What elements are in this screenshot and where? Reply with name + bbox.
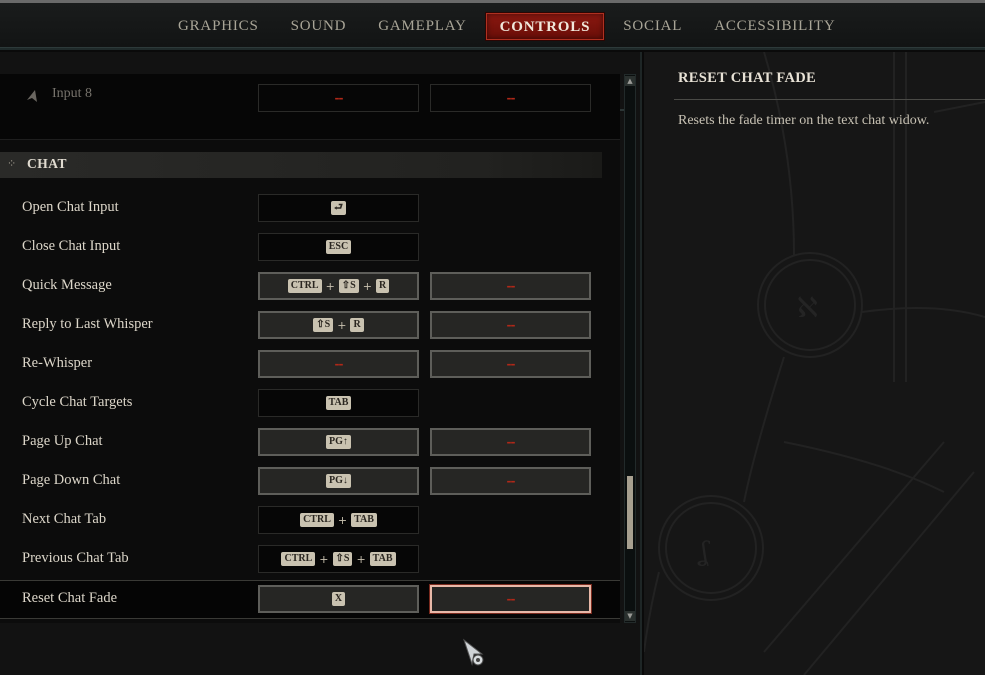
secondary-binding-slot[interactable]: -- <box>430 585 591 613</box>
scroll-up-arrow-icon[interactable]: ▲ <box>625 76 635 86</box>
binding-row[interactable]: Next Chat Tab CTRL + TAB <box>0 502 620 541</box>
secondary-binding-slot[interactable]: -- <box>430 272 591 300</box>
unbound-marker: -- <box>506 592 516 606</box>
binding-label: Page Down Chat <box>22 472 121 488</box>
tab-gameplay[interactable]: GAMEPLAY <box>365 13 479 40</box>
key-cap: CTRL <box>287 279 322 293</box>
tab-social[interactable]: SOCIAL <box>610 13 695 40</box>
divider <box>674 99 985 100</box>
plus-sign: + <box>356 552 366 566</box>
key-cap: CTRL <box>300 513 334 527</box>
section-label: CHAT <box>27 156 68 171</box>
binding-row-input-8[interactable]: Input 8 -- -- <box>0 74 620 140</box>
key-cap: R <box>375 279 390 293</box>
primary-binding-slot[interactable]: ⮐ <box>258 194 419 222</box>
binding-label: Open Chat Input <box>22 199 119 215</box>
binding-label: Reset Chat Fade <box>22 590 118 606</box>
binding-row[interactable]: Quick Message CTRL + ⇧S + R -- <box>0 268 620 307</box>
svg-text:ℵ: ℵ <box>797 291 818 324</box>
primary-binding-slot[interactable]: -- <box>258 84 419 112</box>
arrowhead-icon <box>24 88 40 104</box>
binding-label: Quick Message <box>22 277 112 293</box>
plus-sign: + <box>337 318 347 332</box>
primary-binding-slot[interactable]: TAB <box>258 389 419 417</box>
unbound-marker: -- <box>334 91 344 105</box>
binding-row[interactable]: Re-Whisper -- -- <box>0 346 620 385</box>
bindings-list: Input 8 -- -- ⁘ CHAT Open Chat Input ⮐ Clo… <box>0 74 620 623</box>
scroll-thumb[interactable] <box>627 475 633 549</box>
secondary-binding-slot[interactable]: -- <box>430 428 591 456</box>
scroll-down-arrow-icon[interactable]: ▼ <box>625 611 635 621</box>
info-title: RESET CHAT FADE <box>678 70 816 86</box>
bindings-scrollbar[interactable]: ▲ ▼ <box>624 74 636 623</box>
unbound-marker: -- <box>506 318 516 332</box>
settings-top-bar: GRAPHICS SOUND GAMEPLAY CONTROLS SOCIAL … <box>0 0 985 50</box>
binding-label: Next Chat Tab <box>22 511 107 527</box>
tab-sound[interactable]: SOUND <box>278 13 360 40</box>
primary-binding-slot[interactable]: PG↓ <box>258 467 419 495</box>
binding-row[interactable]: Previous Chat Tab CTRL + ⇧S + TAB <box>0 541 620 580</box>
secondary-binding-slot[interactable]: -- <box>430 84 591 112</box>
diamond-dots-icon: ⁘ <box>7 157 17 170</box>
binding-label: Close Chat Input <box>22 238 121 254</box>
key-cap: ⇧S <box>313 318 334 332</box>
info-panel: ℵ ʆ RESET CHAT FADE Resets the fade time… <box>644 52 985 675</box>
key-cap: TAB <box>325 396 352 410</box>
primary-binding-slot[interactable]: CTRL + TAB <box>258 506 419 534</box>
svg-text:ʆ: ʆ <box>697 537 710 567</box>
primary-binding-slot[interactable]: PG↑ <box>258 428 419 456</box>
binding-row[interactable]: Page Up Chat PG↑ -- <box>0 424 620 463</box>
decorative-sigil-background: ℵ ʆ <box>644 52 985 675</box>
plus-sign: + <box>337 513 348 527</box>
plus-sign: + <box>325 279 335 293</box>
tab-graphics[interactable]: GRAPHICS <box>165 13 272 40</box>
key-cap: R <box>350 318 364 332</box>
unbound-marker: -- <box>506 357 516 371</box>
tab-controls[interactable]: CONTROLS <box>485 13 605 40</box>
binding-row[interactable]: Cycle Chat Targets TAB <box>0 385 620 424</box>
key-cap: ESC <box>325 240 352 254</box>
binding-row[interactable]: Page Down Chat PG↓ -- <box>0 463 620 502</box>
binding-label: Re-Whisper <box>22 355 93 371</box>
key-cap: PG↓ <box>326 474 351 488</box>
unbound-marker: -- <box>506 91 516 105</box>
plus-sign: + <box>319 552 329 566</box>
secondary-binding-slot[interactable]: -- <box>430 467 591 495</box>
unbound-marker: -- <box>506 474 516 488</box>
secondary-binding-slot[interactable]: -- <box>430 350 591 378</box>
tab-accessibility[interactable]: ACCESSIBILITY <box>701 13 848 40</box>
binding-label: Page Up Chat <box>22 433 103 449</box>
primary-binding-slot[interactable]: ⇧S + R <box>258 311 419 339</box>
secondary-binding-slot[interactable]: -- <box>430 311 591 339</box>
binding-row[interactable]: Reply to Last Whisper ⇧S + R -- <box>0 307 620 346</box>
key-cap: TAB <box>369 552 396 566</box>
primary-binding-slot[interactable]: CTRL + ⇧S + R <box>258 272 419 300</box>
primary-binding-slot[interactable]: X <box>258 585 419 613</box>
key-cap: TAB <box>351 513 377 527</box>
binding-row[interactable]: Open Chat Input ⮐ <box>0 190 620 229</box>
key-cap: ⇧S <box>332 552 353 566</box>
primary-binding-slot[interactable]: ESC <box>258 233 419 261</box>
binding-row[interactable]: Close Chat Input ESC <box>0 229 620 268</box>
binding-label: Reply to Last Whisper <box>22 316 153 332</box>
unbound-marker: -- <box>506 435 516 449</box>
plus-sign: + <box>362 279 372 293</box>
binding-label: Cycle Chat Targets <box>22 394 133 410</box>
binding-row[interactable]: Reset Chat Fade X -- <box>0 580 620 619</box>
section-header-chat: ⁘ CHAT <box>0 152 602 178</box>
unbound-marker: -- <box>334 357 344 371</box>
key-cap: PG↑ <box>326 435 351 449</box>
key-cap: CTRL <box>281 552 316 566</box>
key-cap: ⮐ <box>331 201 346 215</box>
primary-binding-slot[interactable]: -- <box>258 350 419 378</box>
key-cap: ⇧S <box>338 279 359 293</box>
primary-binding-slot[interactable]: CTRL + ⇧S + TAB <box>258 545 419 573</box>
unbound-marker: -- <box>506 279 516 293</box>
binding-label: Input 8 <box>52 86 93 101</box>
key-cap: X <box>331 592 346 606</box>
main-tabs: GRAPHICS SOUND GAMEPLAY CONTROLS SOCIAL … <box>165 13 854 40</box>
binding-label: Previous Chat Tab <box>22 550 129 566</box>
info-description: Resets the fade timer on the text chat w… <box>678 113 930 128</box>
